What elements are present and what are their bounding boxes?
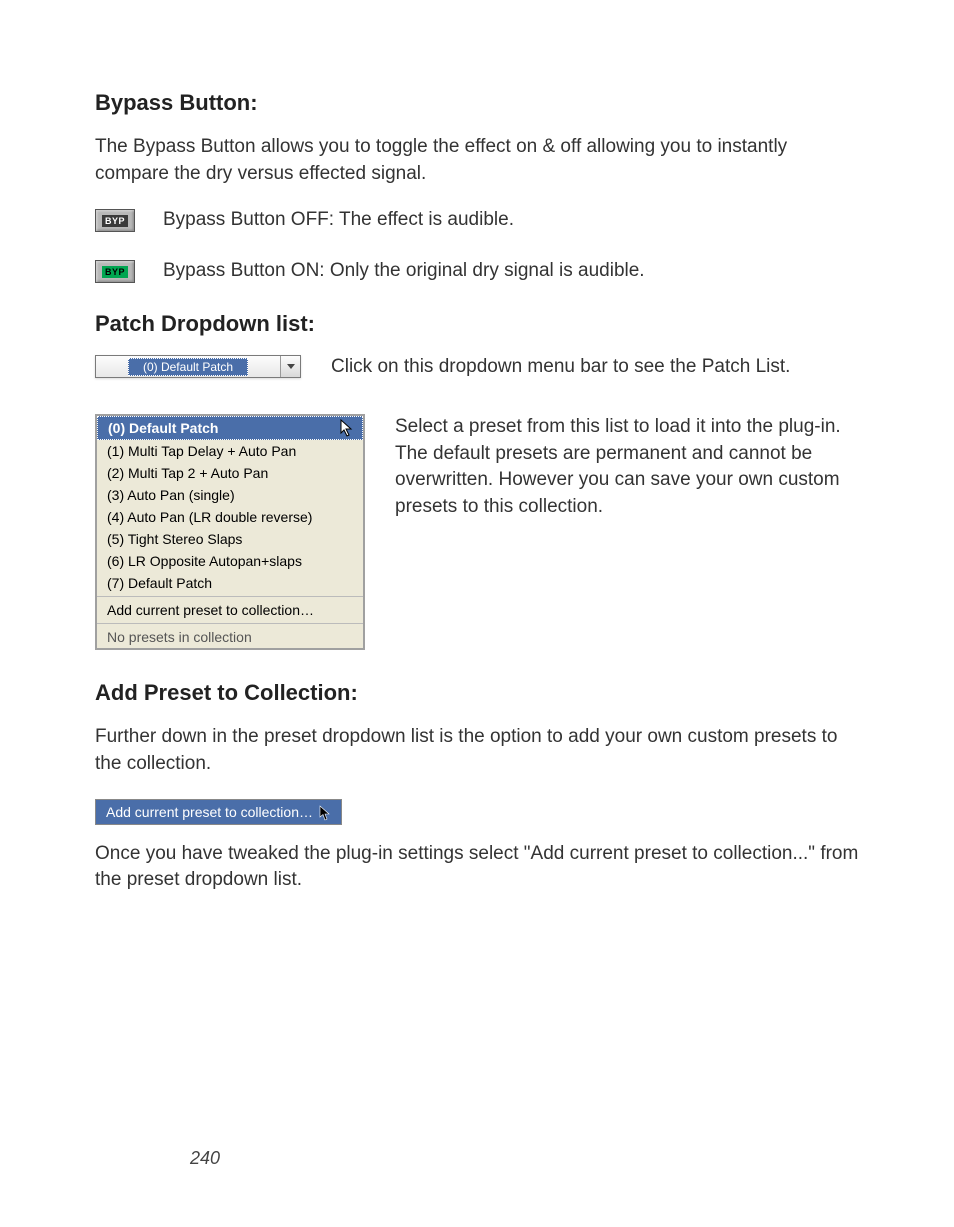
row-bypass-on: BYP Bypass Button ON: Only the original …: [95, 260, 859, 283]
preset-item[interactable]: (3) Auto Pan (single): [97, 484, 363, 506]
preset-item[interactable]: (6) LR Opposite Autopan+slaps: [97, 550, 363, 572]
paragraph-bypass-intro: The Bypass Button allows you to toggle t…: [95, 134, 859, 187]
patch-dropdown-field: (0) Default Patch: [96, 356, 280, 377]
patch-dropdown[interactable]: (0) Default Patch: [95, 355, 301, 378]
add-preset-menu-label: Add current preset to collection…: [106, 804, 313, 820]
patch-dropdown-selected: (0) Default Patch: [128, 358, 248, 376]
cursor-icon: [340, 419, 356, 440]
preset-item[interactable]: (1) Multi Tap Delay + Auto Pan: [97, 440, 363, 462]
bypass-on-text: Bypass Button ON: Only the original dry …: [163, 260, 645, 282]
row-bypass-off: BYP Bypass Button OFF: The effect is aud…: [95, 209, 859, 232]
paragraph-add-intro: Further down in the preset dropdown list…: [95, 724, 859, 777]
bypass-off-text: Bypass Button OFF: The effect is audible…: [163, 209, 514, 231]
preset-no-presets: No presets in collection: [97, 626, 363, 648]
patch-dropdown-arrow[interactable]: [280, 356, 300, 377]
bypass-off-label: BYP: [102, 215, 128, 227]
bypass-button-off[interactable]: BYP: [95, 209, 135, 232]
preset-item-selected[interactable]: (0) Default Patch: [97, 416, 363, 440]
preset-item[interactable]: (7) Default Patch: [97, 572, 363, 594]
cursor-icon: [319, 803, 333, 820]
divider: [97, 623, 363, 624]
heading-bypass: Bypass Button:: [95, 90, 859, 116]
preset-item[interactable]: (2) Multi Tap 2 + Auto Pan: [97, 462, 363, 484]
heading-add-preset: Add Preset to Collection:: [95, 680, 859, 706]
add-preset-menu-item[interactable]: Add current preset to collection…: [95, 799, 342, 824]
chevron-down-icon: [287, 364, 295, 369]
paragraph-add-outro: Once you have tweaked the plug-in settin…: [95, 841, 859, 894]
patch-select-text: Select a preset from this list to load i…: [395, 414, 859, 650]
preset-list[interactable]: (0) Default Patch (1) Multi Tap Delay + …: [95, 414, 365, 650]
page-number: 240: [190, 1148, 220, 1169]
divider: [97, 596, 363, 597]
patch-click-text: Click on this dropdown menu bar to see t…: [331, 356, 790, 378]
preset-add-item[interactable]: Add current preset to collection…: [97, 599, 363, 621]
preset-item[interactable]: (5) Tight Stereo Slaps: [97, 528, 363, 550]
bypass-on-label: BYP: [102, 266, 128, 278]
heading-patch: Patch Dropdown list:: [95, 311, 859, 337]
preset-item[interactable]: (4) Auto Pan (LR double reverse): [97, 506, 363, 528]
bypass-button-on[interactable]: BYP: [95, 260, 135, 283]
